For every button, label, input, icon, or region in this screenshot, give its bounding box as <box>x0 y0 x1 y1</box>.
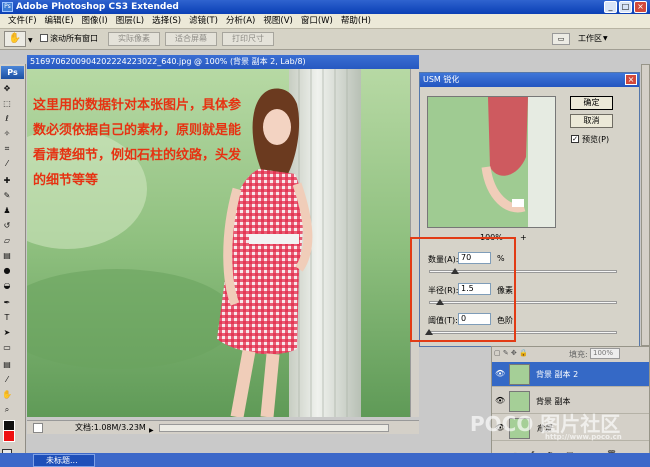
menu-view[interactable]: 视图(V) <box>259 14 296 28</box>
notes-tool-icon[interactable]: ▤ <box>2 360 12 370</box>
note-line-4: 的细节等等 <box>33 173 99 188</box>
blur-tool-icon[interactable]: ● <box>2 266 12 276</box>
zoom-in-icon[interactable]: + <box>520 233 527 242</box>
fill-label: 填充: <box>569 350 588 359</box>
move-tool-icon[interactable]: ✥ <box>2 84 12 94</box>
note-line-1: 这里用的数据针对本张图片，具体参 <box>33 98 242 113</box>
menu-filter[interactable]: 滤镜(T) <box>185 14 222 28</box>
menu-image[interactable]: 图像(I) <box>78 14 112 28</box>
horizontal-scrollbar[interactable] <box>159 424 389 432</box>
ok-button[interactable]: 确定 <box>570 96 613 110</box>
document-status-bar: 文档:1.08M/3.23M ▶ <box>27 420 419 434</box>
menu-help[interactable]: 帮助(H) <box>337 14 375 28</box>
side-panel-strip <box>641 64 650 346</box>
eyedropper-sample-tool-icon[interactable]: ⁄ <box>2 375 12 385</box>
dialog-title-bar: USM 锐化 <box>420 73 639 87</box>
zoom-tool-icon[interactable]: ⌕ <box>2 405 12 415</box>
background-color-swatch[interactable] <box>3 430 15 442</box>
layer-lock-icons[interactable]: ▢ ✎ ✥ 🔒 <box>494 349 528 357</box>
layer-name: 背景 副本 2 <box>536 370 579 379</box>
zoom-level-box[interactable] <box>33 423 43 433</box>
workspace-toggle-icon[interactable]: ▭ <box>552 33 570 45</box>
hand-tool-icon[interactable]: ✋ <box>2 390 12 400</box>
fill-input[interactable]: 100% <box>590 348 620 359</box>
crop-tool-icon[interactable]: ⌗ <box>2 144 12 154</box>
menu-layer[interactable]: 图层(L) <box>112 14 148 28</box>
fit-screen-button[interactable]: 适合屏幕 <box>165 32 217 46</box>
photoshop-logo: Ps <box>1 66 24 79</box>
gradient-tool-icon[interactable]: ▤ <box>2 251 12 261</box>
type-tool-icon[interactable]: T <box>2 313 12 323</box>
eyedropper-tool-icon[interactable]: ⁄ <box>2 159 12 169</box>
menu-window[interactable]: 窗口(W) <box>297 14 337 28</box>
menu-bar: 文件(F) 编辑(E) 图像(I) 图层(L) 选择(S) 滤镜(T) 分析(A… <box>0 14 650 29</box>
preset-dropdown-icon[interactable]: ▼ <box>28 37 33 44</box>
document-canvas[interactable]: 这里用的数据针对本张图片，具体参 数必须依据自己的素材，原则就是能 看清楚细节，… <box>27 69 410 417</box>
menu-analysis[interactable]: 分析(A) <box>222 14 259 28</box>
preview-checkbox[interactable]: ✓ <box>571 135 579 143</box>
restore-button[interactable]: □ <box>619 1 632 13</box>
menu-file[interactable]: 文件(F) <box>4 14 41 28</box>
visibility-eye-icon[interactable]: 👁 <box>495 370 505 378</box>
cancel-button[interactable]: 取消 <box>570 114 613 128</box>
lasso-tool-icon[interactable]: ℓ <box>2 114 12 124</box>
dialog-close-button[interactable]: × <box>625 74 637 85</box>
taskbar <box>0 453 650 467</box>
options-bar: ✋ ▼ 滚动所有窗口 实际像素 适合屏幕 打印尺寸 ▭ 工作区 ▼ <box>0 29 650 50</box>
close-button[interactable]: × <box>634 1 647 13</box>
tools-panel: Ps ✥ ⬚ ℓ ✧ ⌗ ⁄ ✚ ✎ ♟ ↺ ▱ ▤ ● ◒ ✒ T ➤ ▭ ▤… <box>0 64 26 466</box>
menu-select[interactable]: 选择(S) <box>148 14 185 28</box>
app-title: Adobe Photoshop CS3 Extended <box>16 2 179 12</box>
note-line-2: 数必须依据自己的素材，原则就是能 <box>33 123 242 138</box>
dialog-title: USM 锐化 <box>423 75 460 84</box>
status-menu-arrow-icon[interactable]: ▶ <box>149 424 154 438</box>
visibility-eye-icon[interactable]: 👁 <box>495 397 505 405</box>
layer-thumbnail <box>509 364 530 385</box>
actual-pixels-button[interactable]: 实际像素 <box>108 32 160 46</box>
path-selection-tool-icon[interactable]: ➤ <box>2 328 12 338</box>
brush-tool-icon[interactable]: ✎ <box>2 191 12 201</box>
eraser-tool-icon[interactable]: ▱ <box>2 236 12 246</box>
scroll-all-checkbox[interactable] <box>40 34 48 42</box>
preview-label: 预览(P) <box>582 135 610 144</box>
app-icon: Ps <box>2 2 13 12</box>
dodge-tool-icon[interactable]: ◒ <box>2 281 12 291</box>
layer-row[interactable]: 👁 背景 副本 2 <box>492 362 649 387</box>
minimize-button[interactable]: _ <box>604 1 617 13</box>
layers-panel: ▢ ✎ ✥ 🔒 填充: 100% 👁 背景 副本 2 👁 背景 副本 👁 背景 … <box>491 346 650 467</box>
note-line-3: 看清楚细节，例如石柱的纹路，头发 <box>33 148 242 163</box>
app-title-bar: Adobe Photoshop CS3 Extended <box>0 0 650 14</box>
magic-wand-tool-icon[interactable]: ✧ <box>2 129 12 139</box>
menu-edit[interactable]: 编辑(E) <box>41 14 78 28</box>
pen-tool-icon[interactable]: ✒ <box>2 298 12 308</box>
scroll-all-label: 滚动所有窗口 <box>50 34 98 43</box>
healing-brush-tool-icon[interactable]: ✚ <box>2 176 12 186</box>
hand-tool-preset-icon[interactable]: ✋ <box>4 31 26 47</box>
workspace-label[interactable]: 工作区 <box>578 33 602 44</box>
document-size-status: 文档:1.08M/3.23M <box>75 423 146 432</box>
document-title-bar[interactable]: 5169706200904202224223022_640.jpg @ 100%… <box>27 55 419 69</box>
watermark-url: http://www.poco.cn <box>545 433 622 441</box>
taskbar-item-label: 未标题... <box>46 456 78 465</box>
workspace-dropdown-icon[interactable]: ▼ <box>603 35 608 42</box>
print-size-button[interactable]: 打印尺寸 <box>222 32 274 46</box>
marquee-tool-icon[interactable]: ⬚ <box>2 99 12 109</box>
history-brush-tool-icon[interactable]: ↺ <box>2 221 12 231</box>
highlight-box <box>410 237 516 342</box>
shape-tool-icon[interactable]: ▭ <box>2 343 12 353</box>
clone-stamp-tool-icon[interactable]: ♟ <box>2 206 12 216</box>
document-title: 5169706200904202224223022_640.jpg @ 100%… <box>30 57 306 66</box>
taskbar-item[interactable]: 未标题... <box>33 454 95 467</box>
dialog-preview-pane[interactable] <box>427 96 556 228</box>
preview-image <box>428 97 555 227</box>
